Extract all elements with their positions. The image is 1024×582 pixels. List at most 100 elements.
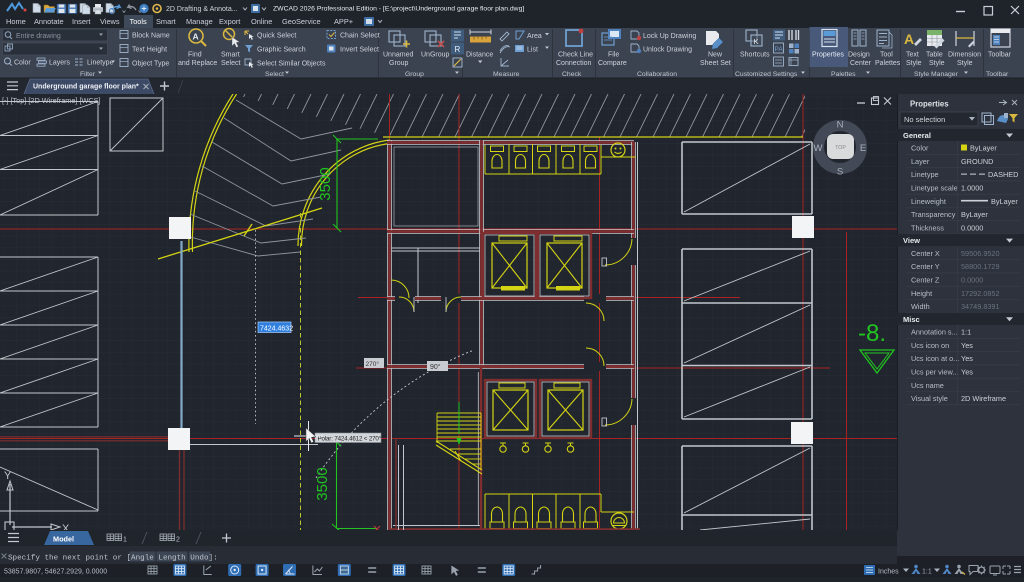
- svg-text:R: R: [455, 45, 461, 54]
- svg-text:Style: Style: [906, 60, 922, 67]
- svg-text:Unlock Drawing: Unlock Drawing: [643, 47, 692, 54]
- svg-text:1: 1: [123, 537, 127, 544]
- svg-text:Linetype: Linetype: [87, 60, 114, 67]
- svg-text:Design: Design: [848, 52, 870, 59]
- svg-text:2: 2: [176, 537, 180, 544]
- svg-text:and Replace: and Replace: [178, 60, 217, 67]
- svg-text:Inches: Inches: [878, 569, 899, 576]
- svg-text:UnGroup: UnGroup: [421, 52, 450, 59]
- svg-text:53857.9807, 54627.2929, 0.0000: 53857.9807, 54627.2929, 0.0000: [4, 569, 107, 576]
- svg-text:3500: 3500: [317, 167, 334, 200]
- svg-text:Style: Style: [929, 60, 945, 67]
- svg-text:17292.0852: 17292.0852: [961, 289, 1000, 298]
- svg-text:Table: Table: [926, 52, 943, 59]
- svg-text:1:1: 1:1: [961, 328, 971, 337]
- svg-text:S: S: [837, 167, 843, 178]
- svg-text:Lineweight: Lineweight: [911, 197, 946, 206]
- svg-text:Height: Height: [911, 289, 932, 298]
- svg-text:Linetype scale: Linetype scale: [911, 184, 958, 193]
- svg-text:Polar: 7424.4612 < 270°: Polar: 7424.4612 < 270°: [318, 435, 382, 442]
- svg-text:Tool: Tool: [880, 52, 893, 59]
- svg-text:1.0000: 1.0000: [961, 184, 983, 193]
- svg-text:Style Manager: Style Manager: [914, 71, 959, 78]
- svg-text:Properties: Properties: [910, 100, 949, 109]
- svg-text:Distance: Distance: [466, 52, 493, 59]
- svg-text:Tools: Tools: [130, 17, 148, 26]
- svg-text:A: A: [904, 31, 914, 47]
- svg-text:Center Y: Center Y: [911, 262, 940, 271]
- svg-text:Annotation s...: Annotation s...: [911, 328, 958, 337]
- svg-text:Online: Online: [251, 17, 272, 26]
- svg-text:Select: Select: [221, 60, 241, 67]
- svg-text:Smart: Smart: [221, 52, 240, 59]
- svg-text:[-] [Top] [2D Wireframe] [WCS]: [-] [Top] [2D Wireframe] [WCS]: [2, 96, 101, 105]
- svg-text:ByLayer: ByLayer: [961, 210, 988, 219]
- svg-text:View: View: [903, 236, 920, 245]
- svg-text:W: W: [814, 143, 823, 154]
- svg-text:Transparency: Transparency: [911, 210, 956, 219]
- svg-text:Layer: Layer: [911, 157, 930, 166]
- svg-text:Color: Color: [14, 60, 31, 67]
- svg-text:Palettes: Palettes: [875, 60, 901, 67]
- svg-text:Select Similar Objects: Select Similar Objects: [257, 61, 326, 68]
- svg-text:0.0000: 0.0000: [961, 223, 983, 232]
- svg-text:7424.4632: 7424.4632: [260, 326, 293, 333]
- svg-text:APP+: APP+: [334, 17, 353, 26]
- svg-text:Home: Home: [6, 17, 26, 26]
- svg-text:Ucs name: Ucs name: [911, 381, 944, 390]
- svg-text:2D Drafting & Annota...: 2D Drafting & Annota...: [166, 6, 238, 13]
- svg-text:K: K: [754, 37, 759, 46]
- svg-text:Collaboration: Collaboration: [637, 71, 677, 78]
- svg-text:1:1: 1:1: [922, 569, 932, 576]
- svg-text:Insert: Insert: [72, 17, 90, 26]
- svg-text:Ucs icon on: Ucs icon on: [911, 341, 949, 350]
- svg-text:Group: Group: [389, 60, 409, 67]
- svg-text:Palettes: Palettes: [831, 71, 856, 78]
- svg-text:Area: Area: [527, 33, 542, 40]
- svg-text:Group: Group: [405, 71, 424, 78]
- svg-text:Linetype: Linetype: [911, 170, 939, 179]
- svg-text:Yes: Yes: [961, 368, 973, 377]
- svg-text:Invert Select: Invert Select: [340, 47, 379, 54]
- svg-text:Ucs icon at o...: Ucs icon at o...: [911, 354, 959, 363]
- svg-text:Compare: Compare: [598, 60, 627, 67]
- svg-text:Thickness: Thickness: [911, 223, 944, 232]
- svg-text:-8.: -8.: [858, 320, 886, 347]
- svg-text:ByLayer: ByLayer: [970, 144, 997, 153]
- svg-text:A: A: [193, 32, 199, 42]
- svg-text:Annotate: Annotate: [34, 17, 64, 26]
- svg-text:Center Z: Center Z: [911, 276, 940, 285]
- svg-text:No selection: No selection: [904, 115, 945, 124]
- svg-text:Width: Width: [911, 302, 930, 311]
- svg-text:Y: Y: [4, 470, 12, 482]
- svg-text:Check: Check: [562, 71, 582, 78]
- svg-text:X: X: [62, 523, 70, 530]
- svg-text:ZWCAD 2026 Professional Editio: ZWCAD 2026 Professional Edition - [E:\pr…: [273, 6, 524, 13]
- svg-text:Find: Find: [188, 52, 202, 59]
- svg-text:Manage: Manage: [186, 17, 213, 26]
- svg-text:Color: Color: [911, 144, 929, 153]
- svg-text:Ucs per view...: Ucs per view...: [911, 368, 958, 377]
- svg-text:Check Line: Check Line: [558, 52, 593, 59]
- svg-text:Model: Model: [53, 535, 74, 544]
- svg-text:Quick Select: Quick Select: [257, 33, 296, 40]
- svg-text:N: N: [837, 120, 844, 131]
- svg-text:Toolbar: Toolbar: [988, 52, 1012, 59]
- svg-text:Underground garage floor plan*: Underground garage floor plan*: [33, 84, 139, 91]
- svg-text:Visual style: Visual style: [911, 394, 948, 403]
- svg-text:Filter: Filter: [80, 71, 96, 78]
- svg-text:270°: 270°: [366, 360, 380, 368]
- svg-text:Layers: Layers: [49, 60, 71, 67]
- svg-text:Misc: Misc: [903, 315, 920, 324]
- svg-text:GeoService: GeoService: [282, 17, 321, 26]
- svg-text:59506.9520: 59506.9520: [961, 249, 1000, 258]
- svg-text:Yes: Yes: [961, 354, 973, 363]
- svg-text:Measure: Measure: [493, 71, 520, 78]
- svg-text:Sheet Set: Sheet Set: [700, 60, 731, 67]
- svg-text:Entire drawing: Entire drawing: [16, 33, 61, 40]
- svg-text:Object Type: Object Type: [132, 61, 169, 68]
- svg-text:Connection: Connection: [556, 60, 592, 67]
- svg-text:Center: Center: [850, 60, 872, 67]
- svg-text:Lock Up Drawing: Lock Up Drawing: [643, 33, 696, 40]
- svg-text:Properties: Properties: [812, 52, 844, 59]
